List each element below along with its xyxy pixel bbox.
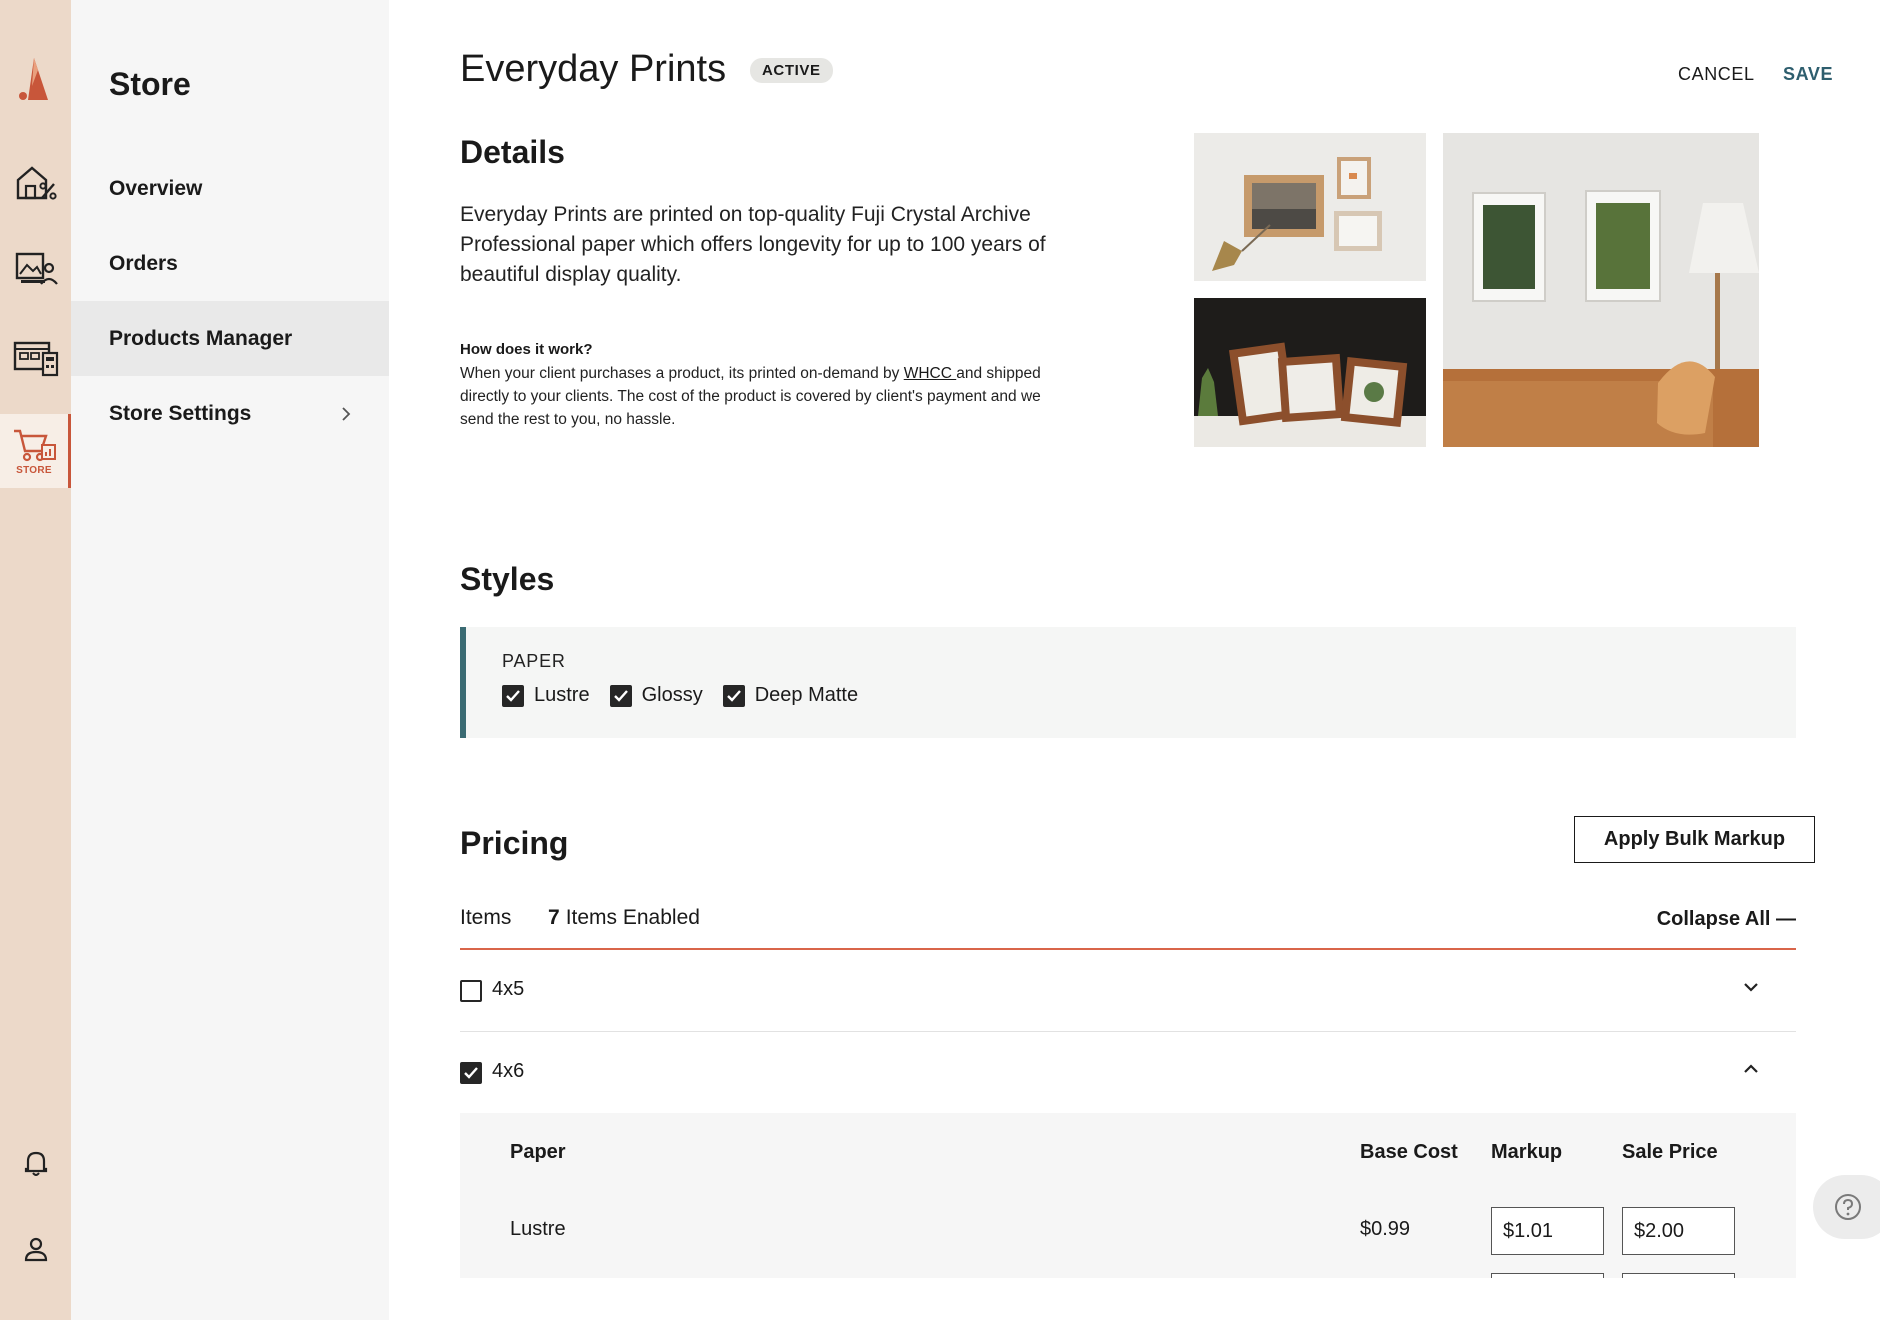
- sale-price-input[interactable]: [1622, 1207, 1735, 1255]
- rail-item-storefront[interactable]: [0, 145, 71, 219]
- check-icon: [464, 1067, 478, 1079]
- row-base-cost: $0.99: [1360, 1218, 1411, 1240]
- whcc-link[interactable]: WHCC: [904, 365, 957, 382]
- paper-group-label: PAPER: [502, 651, 566, 671]
- row-paper-name: Lustre: [510, 1218, 566, 1240]
- product-photo-tabletop-frames: [1194, 298, 1426, 447]
- storefront-discount-icon: [16, 166, 57, 200]
- question-mark-icon: [1835, 1194, 1861, 1220]
- sidebar-item-overview[interactable]: Overview: [71, 151, 389, 226]
- brand-logo-icon[interactable]: [14, 56, 54, 102]
- paper-option-lustre[interactable]: Lustre: [502, 684, 590, 707]
- rail-store-label: STORE: [16, 464, 52, 476]
- notifications-button[interactable]: [0, 1138, 71, 1188]
- enabled-count: 7: [548, 906, 560, 929]
- pricing-heading: Pricing: [460, 825, 569, 861]
- sidebar-item-store-settings[interactable]: Store Settings: [71, 376, 389, 451]
- option-label: Deep Matte: [754, 684, 859, 706]
- details-description: Everyday Prints are printed on top-quali…: [460, 203, 1046, 286]
- check-icon: [613, 689, 628, 702]
- status-badge: ACTIVE: [750, 58, 833, 83]
- column-header-sale-price: Sale Price: [1622, 1141, 1718, 1163]
- page-title: Everyday Prints: [460, 48, 727, 90]
- markup-input-next-row[interactable]: [1491, 1273, 1604, 1278]
- chevron-down-icon[interactable]: [1743, 982, 1759, 992]
- size-4x6-checkbox[interactable]: [460, 1062, 482, 1084]
- column-header-base-cost: Base Cost: [1360, 1141, 1458, 1163]
- items-enabled-count: 7 Items Enabled: [548, 906, 700, 930]
- rail-item-gallery[interactable]: [0, 231, 71, 305]
- help-button[interactable]: [1813, 1175, 1880, 1239]
- items-label: Items: [460, 906, 512, 929]
- rail-item-store[interactable]: STORE: [0, 414, 71, 488]
- dashboard-calculator-icon: [13, 341, 58, 377]
- product-photo-wall-frames: [1194, 133, 1426, 281]
- option-label: Glossy: [641, 684, 703, 706]
- glossy-checkbox[interactable]: [609, 684, 632, 707]
- store-sidebar: Store Overview Orders Products Manager S…: [71, 0, 389, 1320]
- size-label: 4x5: [492, 978, 525, 1000]
- sidebar-item-label: Orders: [109, 251, 178, 275]
- details-heading: Details: [460, 134, 565, 170]
- user-icon: [24, 1237, 47, 1262]
- apply-bulk-markup-button[interactable]: Apply Bulk Markup: [1574, 816, 1815, 863]
- store-cart-icon: [14, 429, 56, 461]
- chevron-right-icon: [342, 407, 351, 421]
- size-row-4x6[interactable]: 4x6: [460, 1032, 1796, 1114]
- product-photo-living-room: [1443, 133, 1759, 447]
- paper-option-glossy[interactable]: Glossy: [609, 684, 703, 707]
- collapse-all-button[interactable]: Collapse All —: [1657, 908, 1796, 931]
- sale-price-input-next-row[interactable]: [1622, 1273, 1735, 1278]
- deep-matte-checkbox[interactable]: [722, 684, 745, 707]
- rail-item-dashboard[interactable]: [0, 320, 71, 394]
- sidebar-item-label: Store Settings: [109, 401, 252, 425]
- column-header-paper: Paper: [510, 1141, 566, 1163]
- cancel-button[interactable]: CANCEL: [1678, 64, 1755, 85]
- sidebar-title: Store: [109, 66, 191, 102]
- save-button[interactable]: SAVE: [1783, 64, 1833, 85]
- sidebar-item-label: Products Manager: [109, 326, 293, 350]
- bell-icon: [24, 1151, 47, 1176]
- enabled-suffix: Items Enabled: [565, 906, 700, 929]
- size-4x5-checkbox[interactable]: [460, 980, 482, 1002]
- markup-input[interactable]: [1491, 1207, 1604, 1255]
- account-button[interactable]: [0, 1224, 71, 1274]
- paper-styles-panel: PAPER Lustre Glossy Deep Matte: [460, 627, 1796, 738]
- column-header-markup: Markup: [1491, 1141, 1563, 1163]
- sidebar-item-label: Overview: [109, 176, 203, 200]
- size-row-4x5[interactable]: 4x5: [460, 950, 1796, 1032]
- gallery-client-icon: [15, 252, 58, 285]
- size-label: 4x6: [492, 1060, 525, 1082]
- price-table-4x6: Paper Base Cost Markup Sale Price Lustre…: [460, 1113, 1796, 1278]
- main-content: Everyday Prints ACTIVE CANCEL SAVE Detai…: [389, 0, 1880, 1320]
- paper-options: Lustre Glossy Deep Matte: [502, 684, 878, 707]
- check-icon: [726, 689, 741, 702]
- sidebar-item-orders[interactable]: Orders: [71, 226, 389, 301]
- paper-option-deep-matte[interactable]: Deep Matte: [722, 684, 859, 707]
- items-summary-bar: Items 7 Items Enabled Collapse All —: [460, 904, 1796, 950]
- how-text-part: When your client purchases a product, it…: [460, 365, 904, 382]
- lustre-checkbox[interactable]: [502, 684, 524, 707]
- option-label: Lustre: [534, 684, 590, 706]
- icon-rail: STORE: [0, 0, 71, 1320]
- check-icon: [506, 689, 520, 702]
- sidebar-item-products-manager[interactable]: Products Manager: [71, 301, 389, 376]
- chevron-up-icon[interactable]: [1743, 1064, 1759, 1074]
- how-it-works-title: How does it work?: [460, 341, 593, 358]
- styles-heading: Styles: [460, 561, 555, 597]
- how-it-works-text: When your client purchases a product, it…: [460, 362, 1060, 431]
